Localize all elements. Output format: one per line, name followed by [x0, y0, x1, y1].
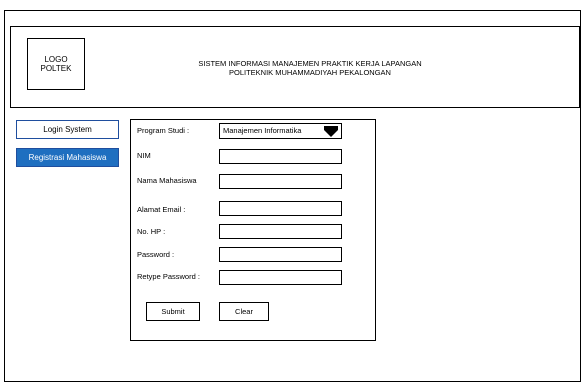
retype-password-label: Retype Password : — [137, 272, 200, 281]
submit-button[interactable]: Submit — [146, 302, 200, 321]
password-label: Password : — [137, 250, 175, 259]
sidebar-item-registrasi-mahasiswa[interactable]: Registrasi Mahasiswa — [16, 148, 119, 167]
logo: LOGO POLTEK — [27, 38, 85, 90]
title-line-2: POLITEKNIK MUHAMMADIYAH PEKALONGAN — [229, 68, 391, 77]
no-hp-label: No. HP : — [137, 227, 166, 236]
program-studi-select[interactable]: Manajemen Informatika — [219, 123, 342, 139]
password-input[interactable] — [219, 247, 342, 262]
retype-password-input[interactable] — [219, 270, 342, 285]
nim-input[interactable] — [219, 149, 342, 164]
program-studi-value: Manajemen Informatika — [223, 126, 302, 135]
sidebar-item-login-system[interactable]: Login System — [16, 120, 119, 139]
title-line-1: SISTEM INFORMASI MANAJEMEN PRAKTIK KERJA… — [198, 59, 422, 68]
logo-line-1: LOGO — [44, 55, 68, 64]
alamat-email-input[interactable] — [219, 201, 342, 216]
nim-label: NIM — [137, 151, 151, 160]
nama-mahasiswa-label: Nama Mahasiswa — [137, 176, 197, 185]
logo-line-2: POLTEK — [40, 64, 72, 73]
alamat-email-label: Alamat Email : — [137, 205, 186, 214]
clear-button[interactable]: Clear — [219, 302, 269, 321]
chevron-down-icon[interactable] — [324, 126, 338, 137]
page-title: SISTEM INFORMASI MANAJEMEN PRAKTIK KERJA… — [150, 59, 470, 77]
program-studi-label: Program Studi : — [137, 126, 190, 135]
nama-mahasiswa-input[interactable] — [219, 174, 342, 189]
no-hp-input[interactable] — [219, 224, 342, 239]
